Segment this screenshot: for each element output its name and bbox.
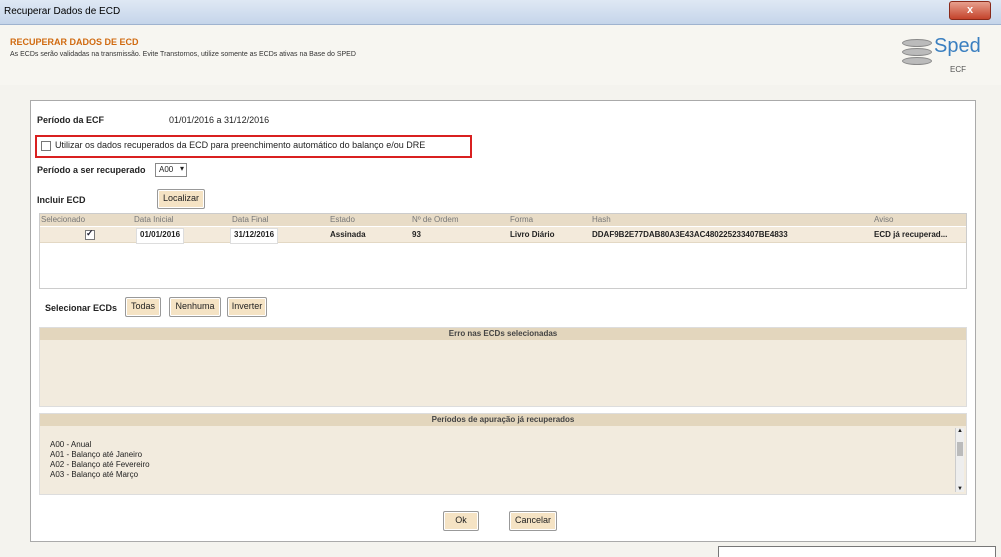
periods-section: Períodos de apuração já recuperados A00 … xyxy=(39,413,967,495)
col-hash: Hash xyxy=(592,215,611,224)
cancel-button[interactable]: Cancelar xyxy=(509,511,557,531)
row-aviso: ECD já recuperad... xyxy=(874,230,948,239)
periods-scrollbar[interactable]: ▲ ▼ xyxy=(955,428,964,492)
col-data-final: Data Final xyxy=(232,215,269,224)
col-aviso: Aviso xyxy=(874,215,894,224)
periodo-ecf-value: 01/01/2016 a 31/12/2016 xyxy=(169,115,270,125)
errors-section: Erro nas ECDs selecionadas xyxy=(39,327,967,407)
scroll-thumb[interactable] xyxy=(957,442,963,456)
page-title: RECUPERAR DADOS DE ECD xyxy=(10,37,139,47)
col-forma: Forma xyxy=(510,215,534,224)
row-data-inicial: 01/01/2016 xyxy=(136,228,185,244)
periodo-recuperado-label: Período a ser recuperado xyxy=(37,165,146,175)
list-item: A01 - Balanço até Janeiro xyxy=(50,450,143,459)
row-select-checkbox[interactable] xyxy=(85,228,95,240)
row-data-final: 31/12/2016 xyxy=(230,228,279,244)
sped-disc-icon xyxy=(902,39,932,65)
col-estado: Estado xyxy=(330,215,355,224)
page-header: RECUPERAR DADOS DE ECD As ECDs serão val… xyxy=(0,25,1001,85)
row-ordem: 93 xyxy=(412,230,421,239)
table-header: Selecionado Data Inicial Data Final Esta… xyxy=(40,214,966,226)
list-item: A02 - Balanço até Fevereiro xyxy=(50,460,150,469)
table-row[interactable]: 01/01/2016 31/12/2016 Assinada 93 Livro … xyxy=(40,227,966,244)
periodo-recuperado-value: A00 xyxy=(159,165,174,174)
close-button[interactable]: x xyxy=(949,1,991,20)
sped-logo: Sped ECF xyxy=(902,35,992,83)
col-data-inicial: Data Inicial xyxy=(134,215,174,224)
auto-fill-checkbox-label: Utilizar os dados recuperados da ECD par… xyxy=(55,140,426,150)
periods-list: A00 - Anual A01 - Balanço até Janeiro A0… xyxy=(50,440,150,480)
incluir-ecd-label: Incluir ECD xyxy=(37,195,86,205)
localizar-button[interactable]: Localizar xyxy=(157,189,205,209)
row-forma: Livro Diário xyxy=(510,230,555,239)
nenhuma-button[interactable]: Nenhuma xyxy=(169,297,221,317)
list-item: A00 - Anual xyxy=(50,440,92,449)
periodo-ecf-label: Período da ECF xyxy=(37,115,105,125)
page-subtitle: As ECDs serão validadas na transmissão. … xyxy=(10,51,356,58)
logo-sub: ECF xyxy=(950,65,966,74)
col-selecionado: Selecionado xyxy=(41,215,86,224)
periodo-recuperado-select[interactable]: A00 ▾ xyxy=(155,163,187,177)
window-title: Recuperar Dados de ECD xyxy=(4,6,121,17)
errors-section-title: Erro nas ECDs selecionadas xyxy=(40,328,966,340)
logo-word: Sped xyxy=(934,35,981,57)
ok-button[interactable]: Ok xyxy=(443,511,479,531)
scroll-up-icon[interactable]: ▲ xyxy=(956,428,964,434)
periods-section-title: Períodos de apuração já recuperados xyxy=(40,414,966,426)
todas-button[interactable]: Todas xyxy=(125,297,161,317)
overlay-frame xyxy=(718,546,996,557)
close-icon: x xyxy=(966,4,974,16)
title-bar: Recuperar Dados de ECD x xyxy=(0,0,1001,25)
row-estado: Assinada xyxy=(330,230,366,239)
selecionar-ecds-label: Selecionar ECDs xyxy=(45,303,118,313)
list-item: A03 - Balanço até Março xyxy=(50,470,139,479)
inverter-button[interactable]: Inverter xyxy=(227,297,267,317)
scroll-down-icon[interactable]: ▼ xyxy=(956,486,964,492)
row-hash: DDAF9B2E77DAB80A3E43AC480225233407BE4833 xyxy=(592,230,788,239)
ecd-table: Selecionado Data Inicial Data Final Esta… xyxy=(39,213,967,289)
chevron-down-icon: ▾ xyxy=(179,164,184,173)
col-ordem: Nº de Ordem xyxy=(412,215,459,224)
main-panel: Período da ECF 01/01/2016 a 31/12/2016 U… xyxy=(30,100,976,542)
auto-fill-checkbox[interactable] xyxy=(41,141,51,151)
